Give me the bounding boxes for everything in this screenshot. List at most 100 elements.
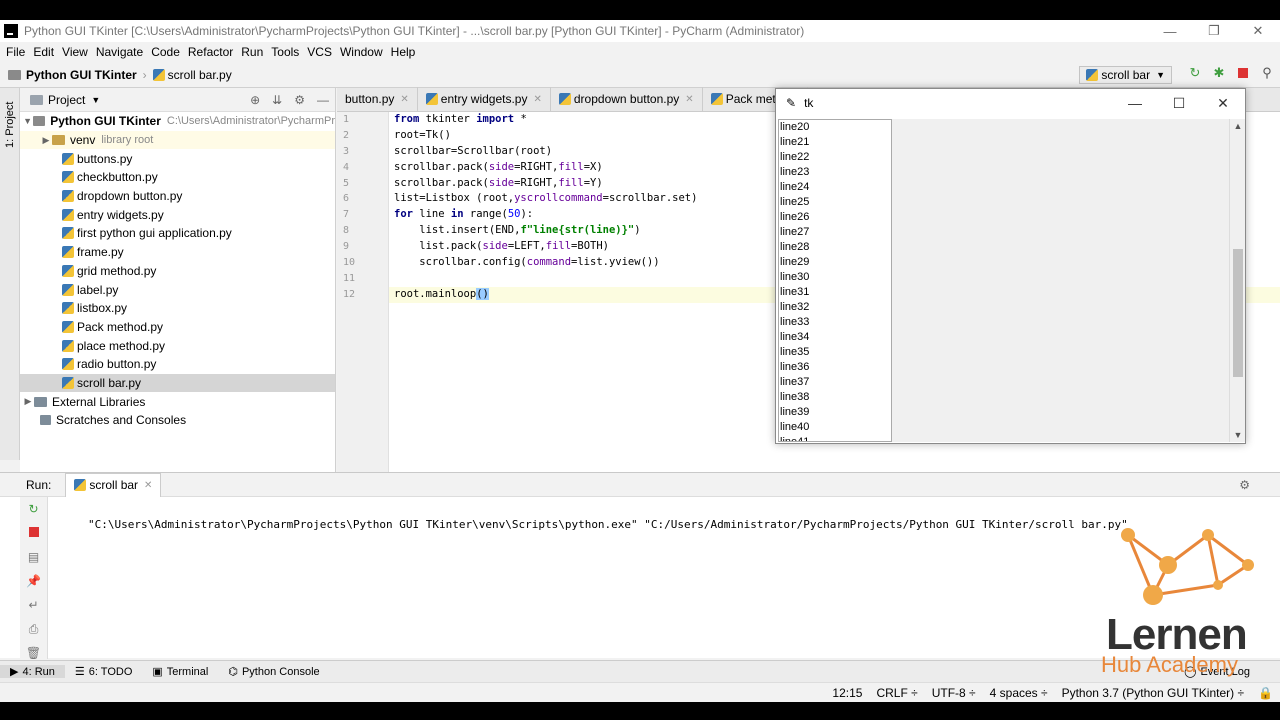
menu-tools[interactable]: Tools [267,45,303,59]
list-item[interactable]: line23 [779,165,891,180]
editor-tab[interactable]: button.py ✕ [337,87,418,111]
file-item[interactable]: grid method.py [20,262,335,281]
tk-maximize-button[interactable]: ☐ [1157,95,1201,112]
list-item[interactable]: line22 [779,150,891,165]
run-tool-tab[interactable]: ▶ 4: Run [0,665,65,678]
project-panel-title[interactable]: Project [48,93,85,107]
rerun-icon[interactable]: ↻ [20,497,47,521]
breadcrumb-project[interactable]: Python GUI TKinter [26,68,137,82]
list-item[interactable]: line28 [779,240,891,255]
line-separator[interactable]: CRLF ÷ [869,686,924,700]
menu-window[interactable]: Window [336,45,387,59]
list-item[interactable]: line34 [779,330,891,345]
tree-root[interactable]: ▼ Python GUI TKinter C:\Users\Administra… [20,112,335,131]
terminal-tool-tab[interactable]: ▣ Terminal [142,665,218,679]
list-item[interactable]: line35 [779,345,891,360]
encoding[interactable]: UTF-8 ÷ [925,686,983,700]
file-item[interactable]: Pack method.py [20,318,335,337]
lock-icon[interactable]: 🔒 [1251,686,1280,700]
list-item[interactable]: line24 [779,180,891,195]
list-item[interactable]: line41 [779,435,891,441]
chevron-down-icon[interactable]: ▼ [91,95,100,105]
stop-icon[interactable] [20,521,47,545]
scroll-down-icon[interactable]: ▼ [1230,430,1246,440]
tree-scratches[interactable]: Scratches and Consoles [20,411,335,430]
minimize-button[interactable]: — [1148,20,1192,42]
tk-close-button[interactable]: ✕ [1201,95,1245,112]
interpreter[interactable]: Python 3.7 (Python GUI TKinter) ÷ [1055,686,1251,700]
list-item[interactable]: line38 [779,390,891,405]
wrap-icon[interactable]: ↵ [20,593,47,617]
list-item[interactable]: line36 [779,360,891,375]
stop-icon[interactable] [1236,66,1250,80]
file-item[interactable]: checkbutton.py [20,168,335,187]
collapsed-arrow-icon[interactable]: ▶ [22,396,34,407]
menu-help[interactable]: Help [387,45,420,59]
menu-refactor[interactable]: Refactor [184,45,237,59]
file-item[interactable]: listbox.py [20,299,335,318]
list-item[interactable]: line29 [779,255,891,270]
search-icon[interactable]: ⚲ [1260,65,1274,80]
menu-edit[interactable]: Edit [29,45,58,59]
file-item[interactable]: radio button.py [20,355,335,374]
file-item[interactable]: first python gui application.py [20,224,335,243]
scroll-up-icon[interactable]: ▲ [1230,121,1246,131]
menu-view[interactable]: View [58,45,92,59]
file-item[interactable]: frame.py [20,243,335,262]
list-item[interactable]: line26 [779,210,891,225]
close-icon[interactable]: ✕ [685,94,693,105]
file-item[interactable]: place method.py [20,336,335,355]
close-icon[interactable]: ✕ [144,480,152,491]
indent[interactable]: 4 spaces ÷ [983,686,1055,700]
maximize-button[interactable]: ❐ [1192,20,1236,42]
menu-code[interactable]: Code [147,45,184,59]
gear-icon[interactable]: ⚙ [294,93,305,107]
list-item[interactable]: line32 [779,300,891,315]
file-item[interactable]: buttons.py [20,149,335,168]
rerun-icon[interactable]: ↻ [1188,65,1202,80]
breadcrumb-file[interactable]: scroll bar.py [168,68,232,82]
gear-icon[interactable]: ⚙ [1239,478,1250,492]
editor-tab[interactable]: dropdown button.py ✕ [551,87,703,111]
list-item[interactable]: line37 [779,375,891,390]
close-button[interactable]: ✕ [1236,20,1280,42]
hide-icon[interactable]: — [317,93,329,107]
tree-external-libraries[interactable]: ▶ External Libraries [20,392,335,411]
file-item[interactable]: entry widgets.py [20,205,335,224]
run-tab[interactable]: scroll bar ✕ [65,472,162,497]
print-icon[interactable]: ⎙ [20,617,47,641]
locate-icon[interactable]: ⊕ [250,93,260,107]
project-tool-label[interactable]: 1: Project [4,102,16,148]
list-item[interactable]: line33 [779,315,891,330]
menu-file[interactable]: File [2,45,29,59]
python-console-tool-tab[interactable]: ⌬ Python Console [218,665,329,679]
tree-venv[interactable]: ▶ venv library root [20,130,335,150]
layout-icon[interactable]: ▤ [20,545,47,569]
menu-vcs[interactable]: VCS [303,45,336,59]
cursor-position[interactable]: 12:15 [825,686,869,700]
tk-minimize-button[interactable]: — [1113,95,1157,112]
menu-run[interactable]: Run [237,45,267,59]
pin-icon[interactable]: 📌 [20,569,47,593]
list-item[interactable]: line21 [779,135,891,150]
editor-tab[interactable]: entry widgets.py ✕ [418,87,551,111]
run-configuration-select[interactable]: scroll bar ▼ [1079,66,1172,84]
file-item[interactable]: label.py [20,280,335,299]
close-icon[interactable]: ✕ [533,94,541,105]
list-item[interactable]: line25 [779,195,891,210]
todo-tool-tab[interactable]: ☰ 6: TODO [65,665,142,679]
list-item[interactable]: line20 [779,120,891,135]
close-icon[interactable]: ✕ [400,94,408,105]
list-item[interactable]: line27 [779,225,891,240]
list-item[interactable]: line31 [779,285,891,300]
file-item-selected[interactable]: scroll bar.py [20,373,335,393]
list-item[interactable]: line40 [779,420,891,435]
list-item[interactable]: line39 [779,405,891,420]
tk-scrollbar[interactable]: ▲ ▼ [1229,119,1245,442]
expanded-arrow-icon[interactable]: ▼ [22,116,33,126]
scrollbar-thumb[interactable] [1233,249,1243,377]
menu-navigate[interactable]: Navigate [92,45,147,59]
debug-icon[interactable]: ✱ [1212,65,1226,80]
list-item[interactable]: line30 [779,270,891,285]
collapse-icon[interactable]: ⇊ [272,93,282,107]
